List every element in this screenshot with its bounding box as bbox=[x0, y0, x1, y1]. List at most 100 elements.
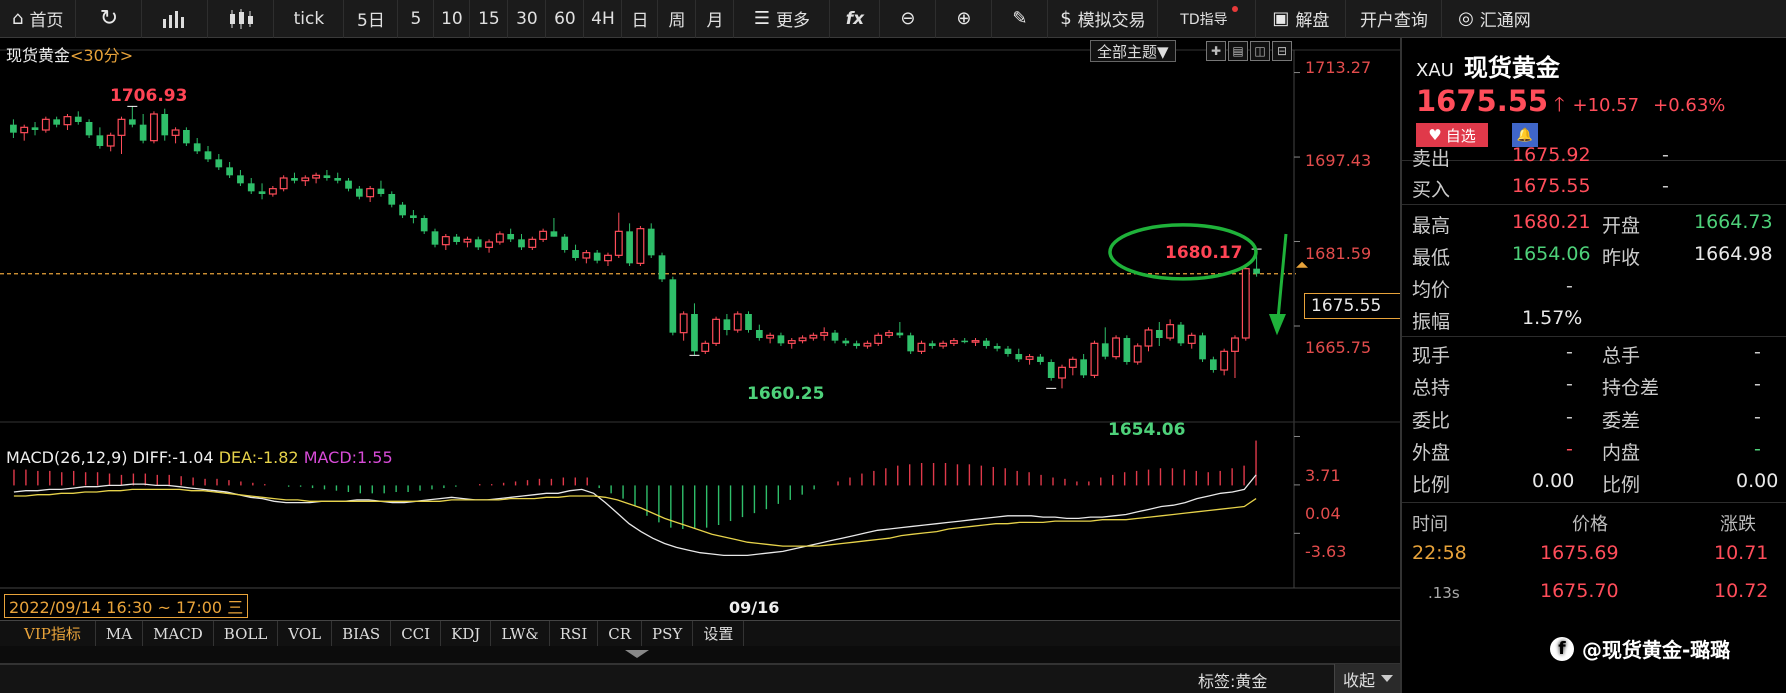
tab-ma[interactable]: MA bbox=[96, 621, 144, 646]
tab-rsi[interactable]: RSI bbox=[550, 621, 599, 646]
huitong-button[interactable]: ◎ 汇通网 bbox=[1442, 0, 1546, 38]
row-avg: 均价 - bbox=[1412, 275, 1573, 301]
candle-body bbox=[1155, 330, 1163, 338]
arrow-up-icon: 🡑 bbox=[1554, 92, 1565, 116]
candle-body bbox=[63, 116, 72, 126]
candle-body bbox=[1101, 343, 1109, 357]
timeframe-label: <30分> bbox=[70, 46, 134, 65]
period-30[interactable]: 30 bbox=[508, 0, 547, 38]
down-arrow-head bbox=[1268, 314, 1286, 336]
candle-body bbox=[777, 335, 785, 344]
y-label-2: 1697.43 bbox=[1305, 151, 1372, 170]
candle-body bbox=[701, 342, 710, 352]
tab-cr[interactable]: CR bbox=[598, 621, 643, 646]
tab-cci[interactable]: CCI bbox=[391, 621, 442, 646]
huitong-logo-icon: ◎ bbox=[1458, 8, 1474, 29]
fold-button[interactable]: 收起 bbox=[1334, 664, 1402, 693]
more-button[interactable]: ☰ 更多 bbox=[734, 0, 831, 38]
home-button[interactable]: ⌂ 首页 bbox=[0, 0, 77, 38]
indicator-chart-button[interactable] bbox=[142, 0, 209, 38]
row-low-prev: 最低 1654.06 昨收 1664.98 bbox=[1412, 243, 1773, 269]
candle-body bbox=[149, 113, 158, 142]
period-5d[interactable]: 5日 bbox=[344, 0, 399, 38]
layout-alt-icon[interactable]: ◫ bbox=[1250, 41, 1270, 61]
candle-body bbox=[495, 233, 504, 243]
tab-boll[interactable]: BOLL bbox=[214, 621, 279, 646]
tab-settings[interactable]: 设置 bbox=[693, 621, 745, 646]
annotation-low-left: 1660.25 bbox=[747, 384, 825, 404]
fx-button[interactable]: fx bbox=[830, 0, 881, 38]
time-start-label: 2022/09/14 16:30 ~ 17:00 三 bbox=[4, 594, 249, 618]
candle-body bbox=[982, 340, 990, 346]
row-proportion: 比例 0.00 比例 0.00 bbox=[1412, 470, 1779, 496]
zoom-out-button[interactable]: ⊖ bbox=[880, 0, 937, 38]
candle-body bbox=[441, 236, 450, 246]
candle-body bbox=[745, 314, 752, 330]
zoom-out-icon: ⊖ bbox=[900, 8, 916, 29]
candle-body bbox=[507, 234, 515, 240]
draw-button[interactable]: ✎ bbox=[992, 0, 1049, 38]
period-5[interactable]: 5 bbox=[398, 0, 435, 38]
candle-body bbox=[1090, 342, 1099, 376]
candle-body bbox=[485, 241, 494, 248]
y-label-4: 1665.75 bbox=[1305, 338, 1372, 357]
analysis-button[interactable]: ▣ 解盘 bbox=[1256, 0, 1347, 38]
candle-body bbox=[323, 175, 331, 178]
candle-body bbox=[874, 334, 883, 344]
fullscreen-icon[interactable]: ⊟ bbox=[1272, 41, 1292, 61]
crosshair-icon[interactable]: ✚ bbox=[1206, 41, 1226, 61]
tab-vip[interactable]: VIP指标 bbox=[0, 621, 96, 646]
zoom-in-button[interactable]: ⊕ bbox=[936, 0, 993, 38]
candle-body bbox=[183, 130, 190, 144]
layout-icon[interactable]: ▤ bbox=[1228, 41, 1248, 61]
time-mid-label: 09/16 bbox=[729, 598, 780, 617]
period-4h[interactable]: 4H bbox=[584, 0, 623, 38]
candle-body bbox=[820, 332, 829, 336]
candle-body bbox=[755, 330, 763, 338]
candle-body bbox=[1177, 324, 1185, 344]
divider bbox=[1402, 502, 1786, 503]
theme-dropdown[interactable]: 全部主题▼ bbox=[1090, 40, 1176, 62]
candlestick-chart[interactable] bbox=[0, 38, 1400, 618]
row-buy: 买入 1675.55 - bbox=[1412, 175, 1669, 201]
period-60[interactable]: 60 bbox=[546, 0, 585, 38]
candle-body bbox=[679, 313, 688, 334]
annotation-low-right: 1654.06 bbox=[1108, 420, 1186, 440]
candle-body bbox=[928, 343, 936, 346]
chat-icon: ▣ bbox=[1272, 8, 1290, 29]
sim-trade-button[interactable]: $ 模拟交易 bbox=[1048, 0, 1159, 38]
row-amplitude: 振幅 1.57% bbox=[1412, 307, 1583, 333]
account-query-button[interactable]: 开户查询 bbox=[1346, 0, 1443, 38]
y-label-3: 1681.59 bbox=[1305, 244, 1372, 263]
tab-psy[interactable]: PSY bbox=[642, 621, 694, 646]
refresh-button[interactable]: ↻ bbox=[76, 0, 143, 38]
collapse-arrow-icon[interactable] bbox=[625, 650, 649, 658]
period-month[interactable]: 月 bbox=[696, 0, 735, 38]
candle-body bbox=[831, 332, 839, 341]
chart-area[interactable]: 现货黄金<30分> 全部主题▼ ✚ ▤ ◫ ⊟ 1713.27 1697.43 … bbox=[0, 38, 1404, 618]
period-15[interactable]: 15 bbox=[470, 0, 509, 38]
period-10[interactable]: 10 bbox=[434, 0, 471, 38]
candle-body bbox=[171, 129, 180, 136]
candle-body bbox=[636, 228, 645, 264]
home-icon: ⌂ bbox=[12, 8, 24, 29]
tick-button[interactable]: tick bbox=[274, 0, 345, 38]
candle-body bbox=[1241, 268, 1250, 339]
candle-body bbox=[1112, 337, 1121, 358]
period-day[interactable]: 日 bbox=[622, 0, 659, 38]
candle-body bbox=[561, 236, 569, 250]
tag-label: 标签:黄金 bbox=[1198, 672, 1268, 691]
candle-body bbox=[518, 239, 525, 248]
tab-bias[interactable]: BIAS bbox=[332, 621, 392, 646]
tab-kdj[interactable]: KDJ bbox=[441, 621, 492, 646]
tab-lw[interactable]: LW& bbox=[491, 621, 550, 646]
tick-row: .13s 1675.70 10.72 bbox=[1428, 580, 1769, 602]
td-guide-button[interactable]: TD指导 bbox=[1158, 0, 1257, 38]
candle-body bbox=[215, 159, 223, 168]
candle-chart-button[interactable] bbox=[208, 0, 275, 38]
period-week[interactable]: 周 bbox=[658, 0, 697, 38]
tab-macd[interactable]: MACD bbox=[143, 621, 214, 646]
symbol-row: XAU 现货黄金 bbox=[1416, 48, 1560, 83]
price-change-pct: +0.63% bbox=[1653, 95, 1726, 116]
tab-vol[interactable]: VOL bbox=[278, 621, 333, 646]
